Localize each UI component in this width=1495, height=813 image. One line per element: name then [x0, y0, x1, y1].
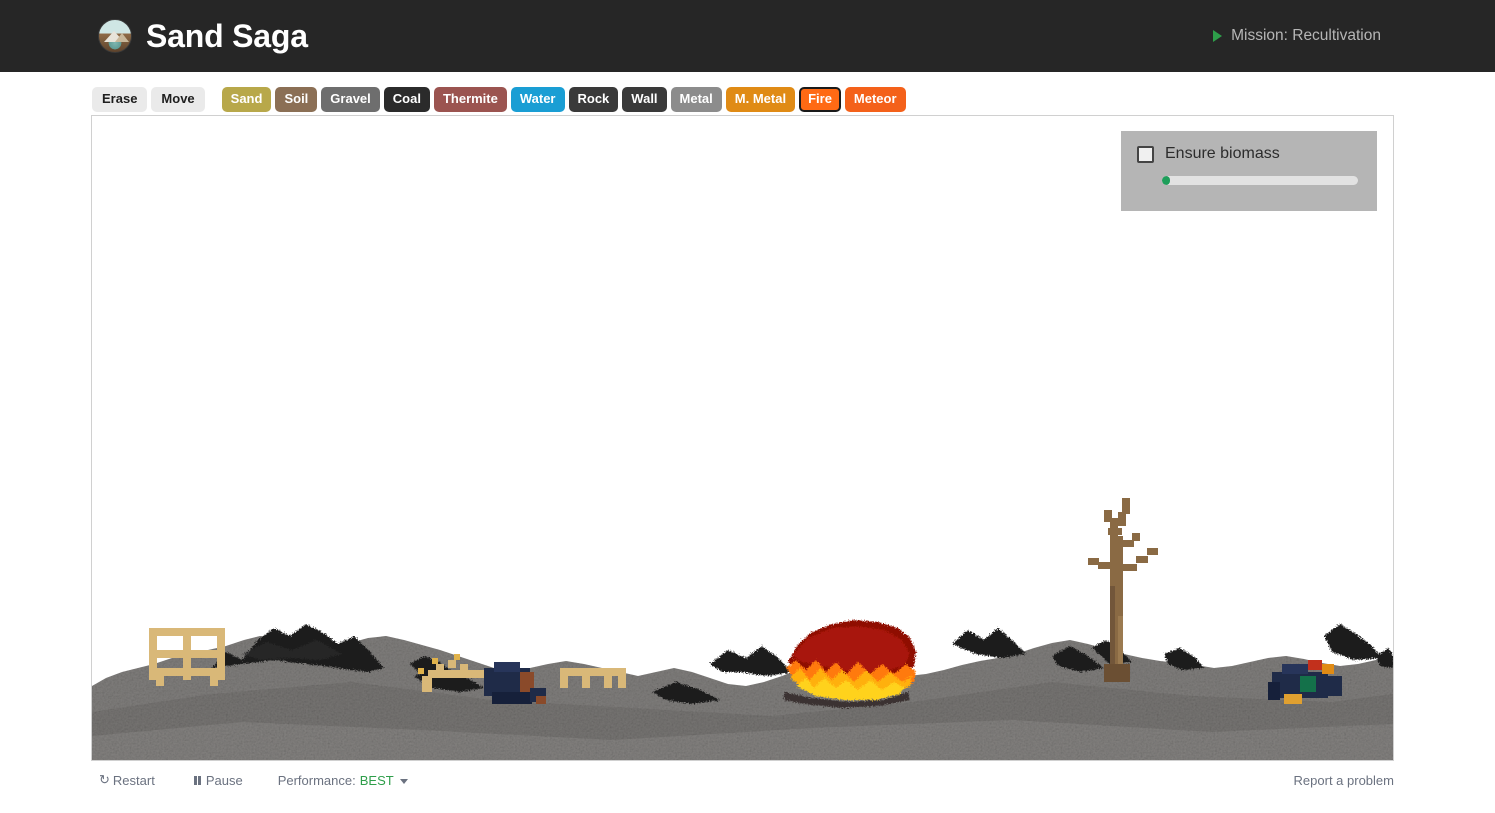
- restart-circular-arrow-icon: ↻: [99, 772, 110, 787]
- tool-button-thermite[interactable]: Thermite: [433, 87, 507, 112]
- mission-label: Mission: Recultivation: [1231, 27, 1381, 44]
- pause-bars-icon: [193, 775, 201, 785]
- tool-button-fire[interactable]: Fire: [799, 87, 841, 112]
- mission-indicator[interactable]: Mission: Recultivation: [1213, 27, 1381, 45]
- app-title: Sand Saga: [146, 17, 308, 54]
- objective-label: Ensure biomass: [1165, 145, 1280, 162]
- tool-button-rock[interactable]: Rock: [568, 87, 619, 112]
- play-triangle-icon: [1213, 30, 1223, 42]
- performance-selector[interactable]: Performance: BEST: [278, 773, 408, 788]
- tool-button-erase[interactable]: Erase: [92, 87, 148, 112]
- mission-objective-panel: Ensure biomass: [1121, 131, 1377, 211]
- tool-button-soil[interactable]: Soil: [275, 87, 318, 112]
- tool-button-wall[interactable]: Wall: [622, 87, 667, 112]
- chevron-down-icon: [399, 778, 408, 784]
- restart-button[interactable]: ↻ Restart: [99, 772, 155, 788]
- objective-progress-bar[interactable]: [1162, 176, 1358, 185]
- objective-checkbox[interactable]: [1137, 145, 1154, 163]
- wooden-pallet-left: [149, 628, 225, 686]
- brand: Sand Saga: [98, 18, 308, 55]
- tool-button-metal[interactable]: Metal: [670, 87, 722, 112]
- tool-button-gravel[interactable]: Gravel: [321, 87, 380, 112]
- desert-mountain-logo-icon: [98, 19, 132, 53]
- performance-label: Performance:: [277, 772, 356, 788]
- app-header: Sand Saga Mission: Recultivation: [0, 0, 1495, 72]
- objective-row: Ensure biomass: [1137, 145, 1361, 163]
- status-bar: ↻ Restart Pause Performance: BEST Report…: [91, 768, 1394, 792]
- simulation-canvas[interactable]: Ensure biomass: [91, 115, 1394, 761]
- report-problem-link[interactable]: Report a problem: [1294, 773, 1394, 788]
- tool-button-molten-metal[interactable]: M. Metal: [725, 87, 796, 112]
- tool-button-sand[interactable]: Sand: [221, 87, 272, 112]
- material-toolbar: Erase Move Sand Soil Gravel Coal Thermite Water…: [92, 87, 906, 112]
- restart-label: Restart: [112, 772, 155, 788]
- pause-button[interactable]: Pause: [193, 772, 243, 788]
- pause-label: Pause: [205, 772, 243, 788]
- objective-progress-fill: [1162, 176, 1170, 185]
- tool-button-meteor[interactable]: Meteor: [844, 87, 906, 112]
- tool-button-coal[interactable]: Coal: [383, 87, 430, 112]
- performance-value: BEST: [359, 772, 394, 788]
- tool-button-water[interactable]: Water: [510, 87, 565, 112]
- report-problem-label: Report a problem: [1293, 772, 1394, 788]
- tool-button-move[interactable]: Move: [151, 87, 205, 112]
- simulation-render: [92, 498, 1393, 760]
